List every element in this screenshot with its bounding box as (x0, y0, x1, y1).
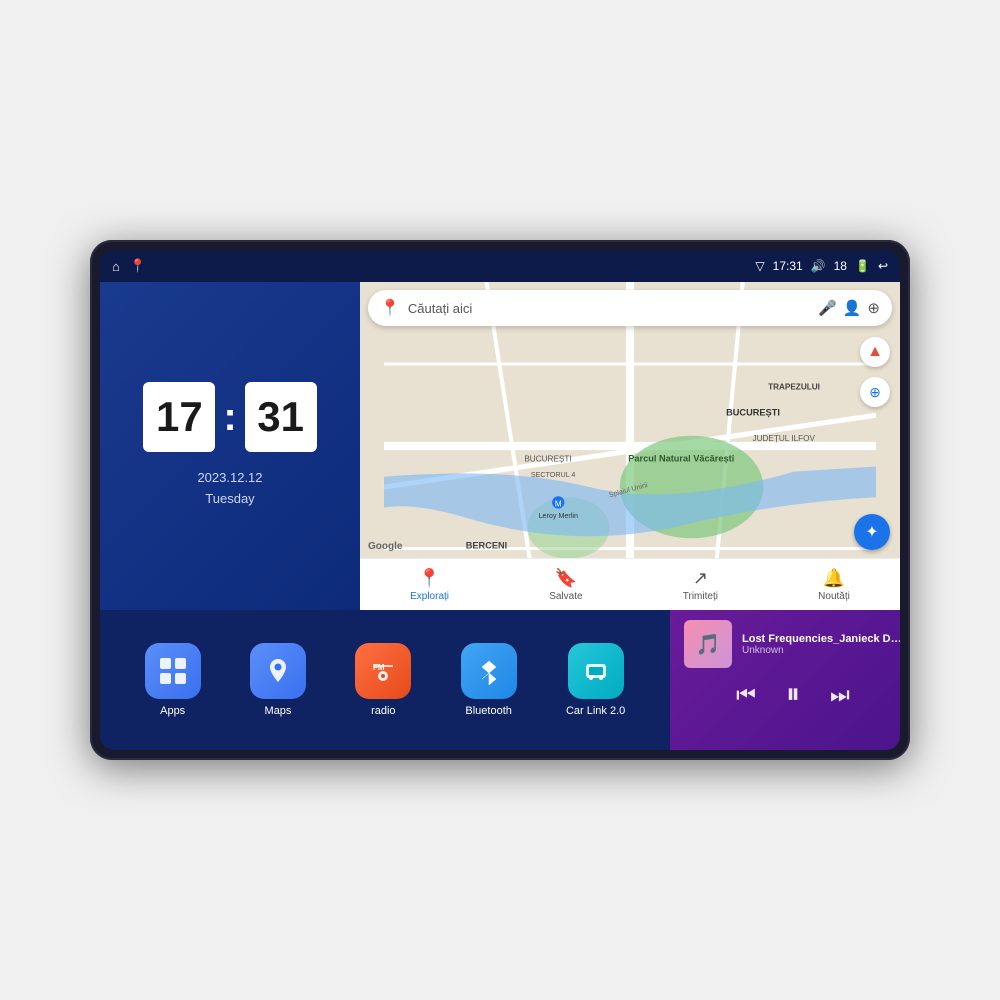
album-art-placeholder: 🎵 (684, 620, 732, 668)
tab-salvate[interactable]: 🔖 Salvate (549, 568, 582, 602)
apps-label: Apps (160, 705, 185, 717)
svg-text:BUCUREȘTI: BUCUREȘTI (524, 454, 571, 463)
tab-noutati[interactable]: 🔔 Noutăți (818, 568, 850, 602)
top-section: 17 : 31 2023.12.12 Tuesday (100, 282, 900, 610)
saved-icon: 🔖 (555, 568, 577, 589)
clock-display: 17 : 31 (143, 382, 316, 452)
tab-explorati-label: Explorați (410, 591, 449, 602)
carlink-label: Car Link 2.0 (566, 705, 625, 717)
map-nav-button[interactable]: ✦ (854, 514, 890, 550)
map-search-icons: 🎤 👤 ⊕ (818, 299, 880, 317)
svg-text:Parcul Natural Văcărești: Parcul Natural Văcărești (628, 453, 734, 463)
map-bottom-tabs: 📍 Explorați 🔖 Salvate ↗ Trimiteți 🔔 (360, 558, 900, 610)
tab-noutati-label: Noutăți (818, 591, 850, 602)
app-item-bluetooth[interactable]: Bluetooth (461, 643, 517, 717)
carlink-icon (568, 643, 624, 699)
maps-nav-icon[interactable]: 📍 (130, 258, 146, 274)
home-icon[interactable]: ⌂ (112, 259, 120, 274)
music-player: 🎵 Lost Frequencies_Janieck Devy-... Unkn… (670, 610, 900, 750)
google-logo: Google (368, 541, 402, 552)
explore-icon: 📍 (418, 568, 440, 589)
song-title: Lost Frequencies_Janieck Devy-... (742, 633, 900, 645)
maps-icon (250, 643, 306, 699)
battery-icon: 🔋 (855, 259, 870, 273)
clock-panel: 17 : 31 2023.12.12 Tuesday (100, 282, 360, 610)
radio-icon: FM (355, 643, 411, 699)
layers-icon[interactable]: ⊕ (867, 299, 880, 317)
song-artist: Unknown (742, 645, 900, 656)
status-right-info: ▽ 17:31 🔊 18 🔋 ↩ (755, 259, 888, 273)
news-icon: 🔔 (823, 568, 845, 589)
tab-trimiteti-label: Trimiteți (683, 591, 718, 602)
apps-dock: Apps Maps (100, 610, 670, 750)
clock-minutes: 31 (245, 382, 317, 452)
device-shell: ⌂ 📍 ▽ 17:31 🔊 18 🔋 ↩ 17 : 31 (90, 240, 910, 760)
map-search-bar[interactable]: 📍 Căutați aici 🎤 👤 ⊕ (368, 290, 892, 326)
clock-hours: 17 (143, 382, 215, 452)
music-controls: ⏮ ⏸ ⏭ (684, 678, 900, 711)
svg-text:FM: FM (373, 663, 385, 672)
map-search-text: Căutați aici (408, 301, 810, 316)
apps-icon (145, 643, 201, 699)
main-content: 17 : 31 2023.12.12 Tuesday (100, 282, 900, 750)
map-location-button[interactable]: ▲ (860, 337, 890, 367)
battery-level: 18 (834, 259, 847, 273)
screen: ⌂ 📍 ▽ 17:31 🔊 18 🔋 ↩ 17 : 31 (100, 250, 900, 750)
svg-text:Leroy Merlin: Leroy Merlin (539, 512, 578, 520)
maps-label: Maps (265, 705, 292, 717)
svg-text:BUCUREȘTI: BUCUREȘTI (726, 407, 780, 417)
bluetooth-label: Bluetooth (465, 705, 511, 717)
album-art: 🎵 (684, 620, 732, 668)
svg-text:BERCENI: BERCENI (466, 541, 508, 551)
music-info: 🎵 Lost Frequencies_Janieck Devy-... Unkn… (684, 620, 900, 668)
weekday-value: Tuesday (197, 489, 262, 510)
app-item-maps[interactable]: Maps (250, 643, 306, 717)
svg-text:SECTORUL 4: SECTORUL 4 (531, 471, 576, 479)
music-text: Lost Frequencies_Janieck Devy-... Unknow… (742, 633, 900, 656)
date-value: 2023.12.12 (197, 468, 262, 489)
map-pin-icon: 📍 (380, 298, 400, 318)
app-item-apps[interactable]: Apps (145, 643, 201, 717)
svg-text:TRAPEZULUI: TRAPEZULUI (768, 383, 820, 392)
bottom-section: Apps Maps (100, 610, 900, 750)
status-time: 17:31 (773, 259, 803, 273)
prev-button[interactable]: ⏮ (736, 682, 756, 708)
date-display: 2023.12.12 Tuesday (197, 468, 262, 510)
volume-icon: 🔊 (811, 259, 826, 273)
svg-text:M: M (555, 499, 562, 508)
radio-label: radio (371, 705, 395, 717)
play-pause-button[interactable]: ⏸ (786, 678, 800, 711)
map-compass[interactable]: ⊕ (860, 377, 890, 407)
status-bar: ⌂ 📍 ▽ 17:31 🔊 18 🔋 ↩ (100, 250, 900, 282)
account-icon[interactable]: 👤 (843, 299, 862, 317)
tab-salvate-label: Salvate (549, 591, 582, 602)
next-button[interactable]: ⏭ (830, 682, 850, 708)
signal-icon: ▽ (755, 259, 764, 273)
svg-text:JUDEȚUL ILFOV: JUDEȚUL ILFOV (753, 434, 816, 443)
clock-colon: : (223, 397, 236, 437)
tab-trimiteti[interactable]: ↗ Trimiteți (683, 568, 718, 602)
map-panel[interactable]: Parcul Natural Văcărești BUCUREȘTI JUDEȚ… (360, 282, 900, 610)
app-item-radio[interactable]: FM radio (355, 643, 411, 717)
back-icon[interactable]: ↩ (878, 259, 888, 273)
share-icon: ↗ (693, 568, 708, 589)
tab-explorati[interactable]: 📍 Explorați (410, 568, 449, 602)
bluetooth-icon (461, 643, 517, 699)
app-item-carlink[interactable]: Car Link 2.0 (566, 643, 625, 717)
status-left-icons: ⌂ 📍 (112, 258, 146, 274)
mic-icon[interactable]: 🎤 (818, 299, 837, 317)
